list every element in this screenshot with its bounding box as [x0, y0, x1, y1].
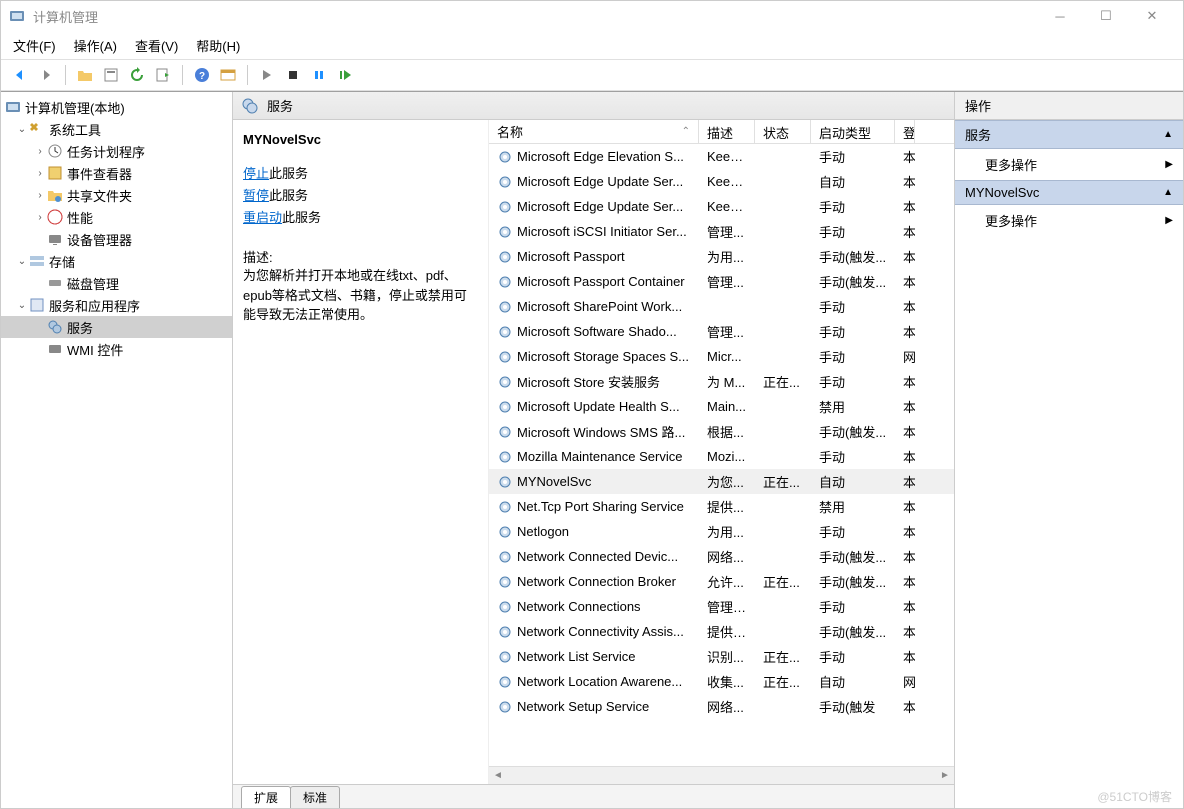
list-row[interactable]: Microsoft Store 安装服务为 M...正在...手动本 — [489, 369, 954, 394]
tabs: 扩展 标准 — [233, 784, 954, 808]
list-row[interactable]: Microsoft Edge Update Ser...Keep...手动本 — [489, 194, 954, 219]
list-row[interactable]: Netlogon为用...手动本 — [489, 519, 954, 544]
list-row[interactable]: Microsoft Storage Spaces S...Micr...手动网 — [489, 344, 954, 369]
restart-button[interactable] — [334, 64, 356, 86]
action-section-selected[interactable]: MYNovelSvc▲ — [955, 180, 1183, 205]
list-row[interactable]: Network Connection Broker允许...正在...手动(触发… — [489, 569, 954, 594]
tab-extended[interactable]: 扩展 — [241, 786, 291, 808]
export-button[interactable] — [152, 64, 174, 86]
pause-link[interactable]: 暂停 — [243, 188, 269, 203]
col-startup[interactable]: 启动类型 — [811, 120, 895, 143]
desc-label: 描述: — [243, 247, 478, 266]
stop-link[interactable]: 停止 — [243, 166, 269, 181]
list-row[interactable]: Microsoft Update Health S...Main...禁用本 — [489, 394, 954, 419]
list-row[interactable]: Microsoft Edge Update Ser...Keep...自动本 — [489, 169, 954, 194]
menu-help[interactable]: 帮助(H) — [196, 36, 240, 55]
menu-action[interactable]: 操作(A) — [74, 36, 117, 55]
svg-text:?: ? — [199, 71, 205, 82]
stop-button[interactable] — [282, 64, 304, 86]
list-row[interactable]: Microsoft Software Shado...管理...手动本 — [489, 319, 954, 344]
forward-button[interactable] — [35, 64, 57, 86]
list-row[interactable]: Network List Service识别...正在...手动本 — [489, 644, 954, 669]
tree-system-tools[interactable]: ⌄系统工具 — [1, 118, 232, 140]
properties-button[interactable] — [100, 64, 122, 86]
window-title: 计算机管理 — [33, 7, 1037, 26]
col-name[interactable]: 名称⌃ — [489, 120, 699, 143]
list-row[interactable]: Microsoft Windows SMS 路...根据...手动(触发...本 — [489, 419, 954, 444]
list-row[interactable]: Microsoft Passport为用...手动(触发...本 — [489, 244, 954, 269]
tree-storage[interactable]: ⌄存储 — [1, 250, 232, 272]
tree-shared-folders[interactable]: ›共享文件夹 — [1, 184, 232, 206]
menu-view[interactable]: 查看(V) — [135, 36, 178, 55]
services-icon — [241, 97, 259, 115]
tree-root[interactable]: 计算机管理(本地) — [1, 96, 232, 118]
maximize-button[interactable]: ☐ — [1083, 1, 1129, 31]
help-button[interactable]: ? — [191, 64, 213, 86]
list-header: 名称⌃ 描述 状态 启动类型 登 — [489, 120, 954, 144]
list-row[interactable]: Network Connections管理"...手动本 — [489, 594, 954, 619]
pause-button[interactable] — [308, 64, 330, 86]
list-row[interactable]: Network Location Awarene...收集...正在...自动网 — [489, 669, 954, 694]
horizontal-scrollbar[interactable]: ◄► — [489, 766, 954, 784]
detail-pane: MYNovelSvc 停止此服务 暂停此服务 重启动此服务 描述: 为您解析并打… — [233, 120, 489, 784]
tree-services-apps[interactable]: ⌄服务和应用程序 — [1, 294, 232, 316]
list-row[interactable]: MYNovelSvc为您...正在...自动本 — [489, 469, 954, 494]
folder-button[interactable] — [74, 64, 96, 86]
refresh-button[interactable] — [126, 64, 148, 86]
list-row[interactable]: Network Connected Devic...网络...手动(触发...本 — [489, 544, 954, 569]
minimize-button[interactable]: ─ — [1037, 1, 1083, 31]
tree-device-manager[interactable]: 设备管理器 — [1, 228, 232, 250]
action-title: 操作 — [955, 92, 1183, 120]
detail-title: MYNovelSvc — [243, 132, 478, 147]
tree-task-scheduler[interactable]: ›任务计划程序 — [1, 140, 232, 162]
list-row[interactable]: Mozilla Maintenance ServiceMozi...手动本 — [489, 444, 954, 469]
titlebar: 计算机管理 ─ ☐ ✕ — [1, 1, 1183, 31]
desc-text: 为您解析并打开本地或在线txt、pdf、epub等格式文档、书籍，停止或禁用可能… — [243, 266, 478, 325]
tree-performance[interactable]: ›性能 — [1, 206, 232, 228]
action-more-1[interactable]: 更多操作▶ — [955, 149, 1183, 180]
list-row[interactable]: Microsoft Passport Container管理...手动(触发..… — [489, 269, 954, 294]
restart-link[interactable]: 重启动 — [243, 210, 282, 225]
toolbar: ? — [1, 59, 1183, 91]
tree-disk-management[interactable]: 磁盘管理 — [1, 272, 232, 294]
list-body[interactable]: Microsoft Edge Elevation S...Keep...手动本M… — [489, 144, 954, 766]
menubar: 文件(F) 操作(A) 查看(V) 帮助(H) — [1, 31, 1183, 59]
action-pane: 操作 服务▲ 更多操作▶ MYNovelSvc▲ 更多操作▶ — [955, 92, 1183, 808]
col-status[interactable]: 状态 — [755, 120, 811, 143]
menu-file[interactable]: 文件(F) — [13, 36, 56, 55]
back-button[interactable] — [9, 64, 31, 86]
tree-event-viewer[interactable]: ›事件查看器 — [1, 162, 232, 184]
col-login[interactable]: 登 — [895, 120, 915, 143]
tree-wmi[interactable]: WMI 控件 — [1, 338, 232, 360]
close-button[interactable]: ✕ — [1129, 1, 1175, 31]
play-button[interactable] — [256, 64, 278, 86]
list-row[interactable]: Microsoft iSCSI Initiator Ser...管理...手动本 — [489, 219, 954, 244]
list-row[interactable]: Net.Tcp Port Sharing Service提供...禁用本 — [489, 494, 954, 519]
action-more-2[interactable]: 更多操作▶ — [955, 205, 1183, 236]
app-icon — [9, 8, 25, 24]
tree-pane: 计算机管理(本地) ⌄系统工具 ›任务计划程序 ›事件查看器 ›共享文件夹 ›性… — [1, 92, 233, 808]
list-row[interactable]: Microsoft Edge Elevation S...Keep...手动本 — [489, 144, 954, 169]
col-desc[interactable]: 描述 — [699, 120, 755, 143]
tree-services[interactable]: 服务 — [1, 316, 232, 338]
services-header: 服务 — [233, 92, 954, 120]
action-section-services[interactable]: 服务▲ — [955, 120, 1183, 149]
list-row[interactable]: Microsoft SharePoint Work...手动本 — [489, 294, 954, 319]
tab-standard[interactable]: 标准 — [290, 786, 340, 808]
view-button[interactable] — [217, 64, 239, 86]
list-row[interactable]: Network Setup Service网络...手动(触发本 — [489, 694, 954, 719]
list-row[interactable]: Network Connectivity Assis...提供 ...手动(触发… — [489, 619, 954, 644]
